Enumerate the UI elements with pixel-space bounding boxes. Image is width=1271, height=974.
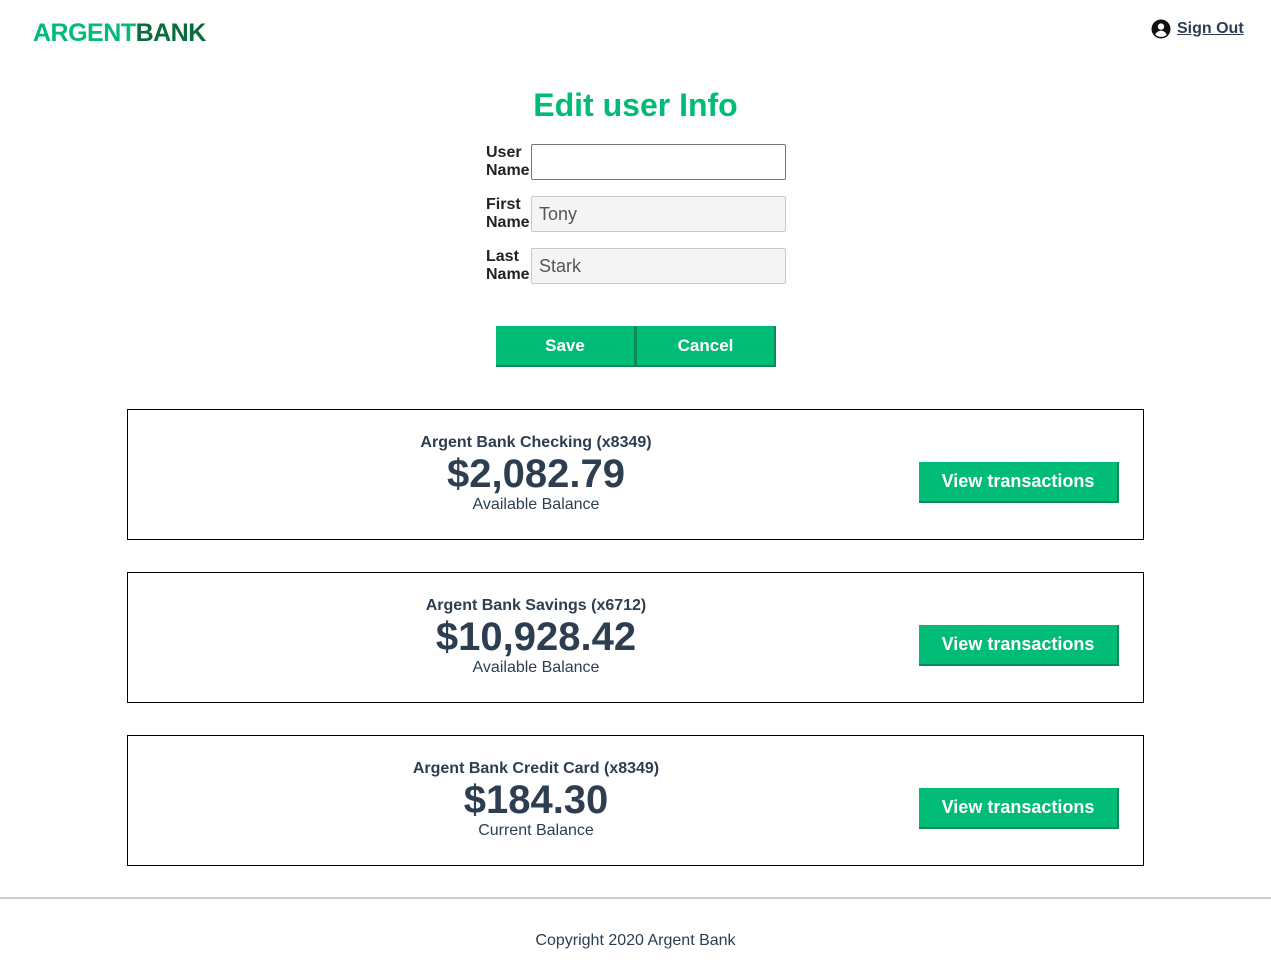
view-transactions-button[interactable]: View transactions — [919, 788, 1119, 829]
page-title: Edit user Info — [533, 87, 738, 123]
account-amount: $2,082.79 — [447, 452, 625, 496]
user-name-input[interactable] — [531, 144, 786, 180]
cancel-button[interactable]: Cancel — [636, 326, 776, 367]
first-name-label: First Name — [486, 196, 530, 231]
account-title: Argent Bank Savings (x6712) — [425, 597, 647, 614]
account-amount-description: Available Balance — [472, 496, 600, 513]
footer-divider — [0, 897, 1271, 899]
logo-text-argent: ARGENT — [33, 19, 136, 47]
user-circle-icon — [1151, 19, 1171, 39]
account-card-checking: Argent Bank Checking (x8349) $2,082.79 A… — [127, 409, 1144, 540]
account-amount-description: Current Balance — [478, 822, 594, 839]
logo-text-bank: BANK — [135, 19, 207, 47]
account-amount-description: Available Balance — [472, 659, 600, 676]
first-name-input — [531, 196, 786, 232]
account-title: Argent Bank Credit Card (x8349) — [412, 760, 660, 777]
account-amount: $10,928.42 — [435, 615, 637, 659]
view-transactions-button[interactable]: View transactions — [919, 625, 1119, 666]
account-title: Argent Bank Checking (x8349) — [420, 434, 652, 451]
account-amount: $184.30 — [463, 778, 609, 822]
last-name-label: Last Name — [486, 248, 530, 283]
first-name-row: First Name — [486, 196, 786, 232]
user-name-label: User Name — [486, 144, 530, 179]
argent-bank-logo[interactable]: ARGENTBANK — [33, 18, 206, 48]
account-info: Argent Bank Credit Card (x8349) $184.30 … — [128, 736, 944, 840]
account-info: Argent Bank Checking (x8349) $2,082.79 A… — [128, 410, 944, 514]
sign-out-label: Sign Out — [1177, 20, 1244, 37]
footer-copyright: Copyright 2020 Argent Bank — [535, 932, 736, 949]
sign-out-link[interactable]: Sign Out — [1151, 19, 1244, 39]
last-name-row: Last Name — [486, 248, 786, 284]
user-name-row: User Name — [486, 144, 786, 180]
view-transactions-button[interactable]: View transactions — [919, 462, 1119, 503]
last-name-input — [531, 248, 786, 284]
form-buttons: Save Cancel — [496, 326, 776, 367]
account-info: Argent Bank Savings (x6712) $10,928.42 A… — [128, 573, 944, 677]
account-card-credit: Argent Bank Credit Card (x8349) $184.30 … — [127, 735, 1144, 866]
save-button[interactable]: Save — [496, 326, 636, 367]
account-card-savings: Argent Bank Savings (x6712) $10,928.42 A… — [127, 572, 1144, 703]
